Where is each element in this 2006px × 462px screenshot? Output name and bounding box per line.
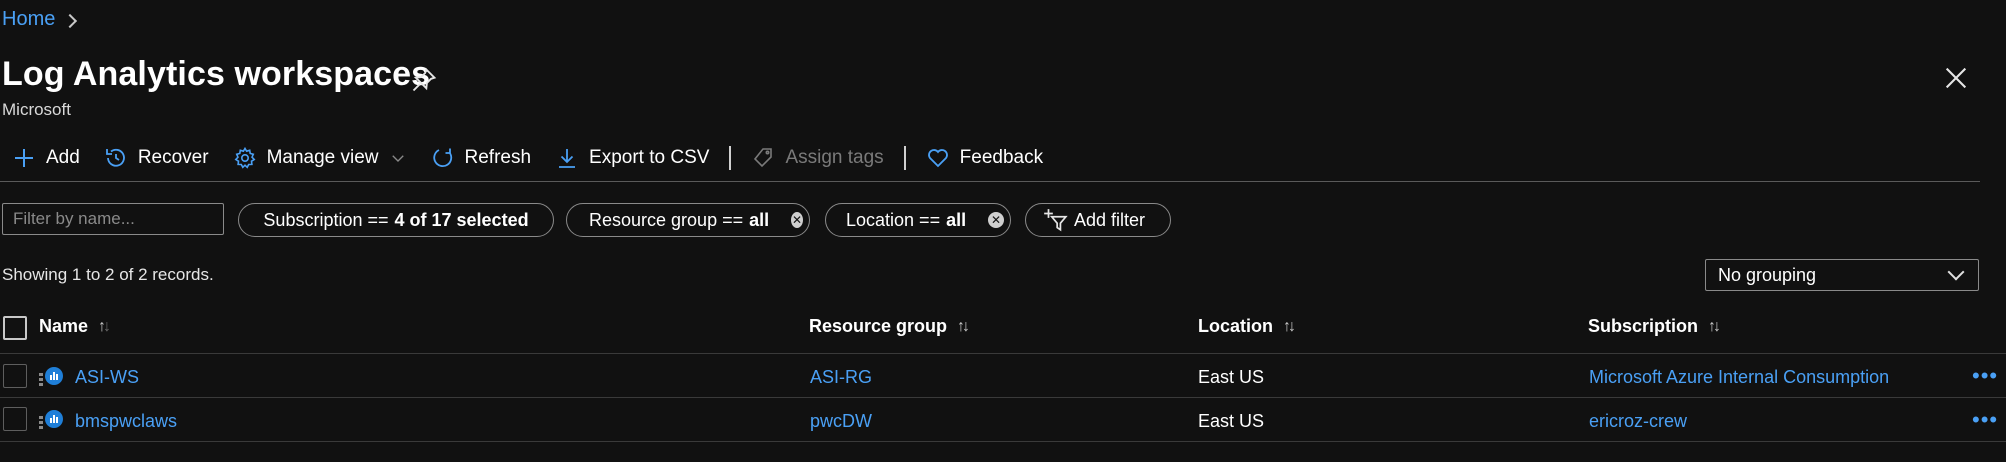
subscription-filter-value: 4 of 17 selected (394, 209, 529, 230)
tag-icon (754, 148, 773, 168)
filter-by-name-input[interactable] (2, 203, 224, 235)
recover-label: Recover (137, 147, 209, 168)
breadcrumb-home-link[interactable]: Home (2, 8, 55, 31)
download-icon (559, 149, 576, 168)
manage-view-button[interactable]: Manage view (221, 140, 419, 176)
subscription-filter-label: Subscription == (263, 209, 389, 230)
log-analytics-workspace-icon (39, 367, 63, 386)
breadcrumb: Home (2, 8, 78, 31)
column-header-subscription[interactable]: Subscription ↑↓ (1588, 316, 1721, 337)
subscription-link[interactable]: Microsoft Azure Internal Consumption (1589, 367, 1889, 388)
feedback-button[interactable]: Feedback (914, 140, 1055, 176)
page-title: Log Analytics workspaces (2, 55, 431, 93)
resource-group-filter-label: Resource group == (589, 209, 744, 230)
row-checkbox[interactable] (3, 364, 27, 388)
resource-group-filter-value: all (749, 209, 770, 230)
export-csv-label: Export to CSV (589, 147, 710, 168)
toolbar-divider (729, 146, 732, 170)
subscription-link[interactable]: ericroz-crew (1589, 411, 1687, 432)
clear-filter-icon[interactable]: ✕ (791, 212, 803, 228)
column-header-name[interactable]: Name ↑↓ (39, 316, 111, 337)
plus-icon (15, 149, 33, 167)
feedback-label: Feedback (959, 147, 1044, 168)
location-cell: East US (1198, 367, 1265, 387)
page-subtitle: Microsoft (2, 100, 71, 119)
chevron-right-icon (63, 13, 78, 28)
pin-icon[interactable] (410, 66, 438, 94)
subscription-filter-pill[interactable]: Subscription == 4 of 17 selected (238, 203, 554, 237)
workspace-name-link[interactable]: bmspwclaws (75, 411, 177, 432)
records-count: Showing 1 to 2 of 2 records. (2, 265, 214, 284)
add-filter-icon (1044, 209, 1068, 232)
more-options-icon[interactable]: ••• (1972, 409, 1998, 431)
clear-filter-icon[interactable]: ✕ (988, 212, 1004, 228)
heart-icon (927, 149, 948, 168)
recover-button[interactable]: Recover (92, 140, 221, 176)
toolbar-divider-line (0, 181, 1980, 182)
refresh-icon (432, 148, 452, 168)
recover-icon (105, 148, 125, 167)
close-icon[interactable] (1942, 64, 1970, 92)
grouping-selected: No grouping (1718, 264, 1817, 285)
sort-icon[interactable]: ↑↓ (1283, 318, 1296, 336)
row-checkbox[interactable] (3, 407, 27, 431)
sort-icon[interactable]: ↑↓ (98, 318, 111, 336)
add-filter-button[interactable]: Add filter (1025, 203, 1171, 237)
add-label: Add (46, 147, 80, 168)
table-divider (0, 441, 2006, 442)
gear-icon (234, 146, 256, 169)
refresh-button[interactable]: Refresh (419, 140, 544, 176)
select-all-checkbox[interactable] (3, 316, 27, 340)
column-header-label: Location (1198, 316, 1273, 336)
resource-group-link[interactable]: ASI-RG (810, 367, 872, 388)
add-button[interactable]: Add (0, 140, 92, 176)
chevron-down-icon (1947, 263, 1965, 281)
grouping-dropdown[interactable]: No grouping (1705, 259, 1979, 291)
sort-icon[interactable]: ↑↓ (957, 318, 970, 336)
chevron-down-icon (391, 155, 404, 162)
column-header-label: Subscription (1588, 316, 1699, 336)
location-filter-value: all (946, 209, 967, 230)
table-divider (0, 397, 2006, 398)
toolbar-divider (903, 146, 906, 170)
location-cell: East US (1198, 411, 1265, 431)
command-bar: Add Recover Manage view Refresh Export t… (0, 140, 1055, 176)
export-csv-button[interactable]: Export to CSV (543, 140, 721, 176)
location-filter-pill[interactable]: Location == all ✕ (825, 203, 1011, 237)
sort-icon[interactable]: ↑↓ (1708, 318, 1721, 336)
location-filter-label: Location == (846, 209, 941, 230)
add-filter-label: Add filter (1074, 209, 1146, 230)
column-header-label: Name (39, 316, 89, 336)
resource-group-filter-pill[interactable]: Resource group == all ✕ (566, 203, 810, 237)
assign-tags-button[interactable]: Assign tags (739, 140, 895, 176)
refresh-label: Refresh (464, 147, 532, 168)
column-header-resource-group[interactable]: Resource group ↑↓ (809, 316, 970, 337)
log-analytics-workspace-icon (39, 410, 63, 429)
workspace-name-link[interactable]: ASI-WS (75, 367, 139, 388)
table-divider (0, 353, 2006, 354)
column-header-label: Resource group (809, 316, 948, 336)
column-header-location[interactable]: Location ↑↓ (1198, 316, 1296, 337)
assign-tags-label: Assign tags (785, 147, 884, 168)
resource-group-link[interactable]: pwcDW (810, 411, 872, 432)
more-options-icon[interactable]: ••• (1972, 365, 1998, 387)
manage-view-label: Manage view (266, 147, 379, 168)
